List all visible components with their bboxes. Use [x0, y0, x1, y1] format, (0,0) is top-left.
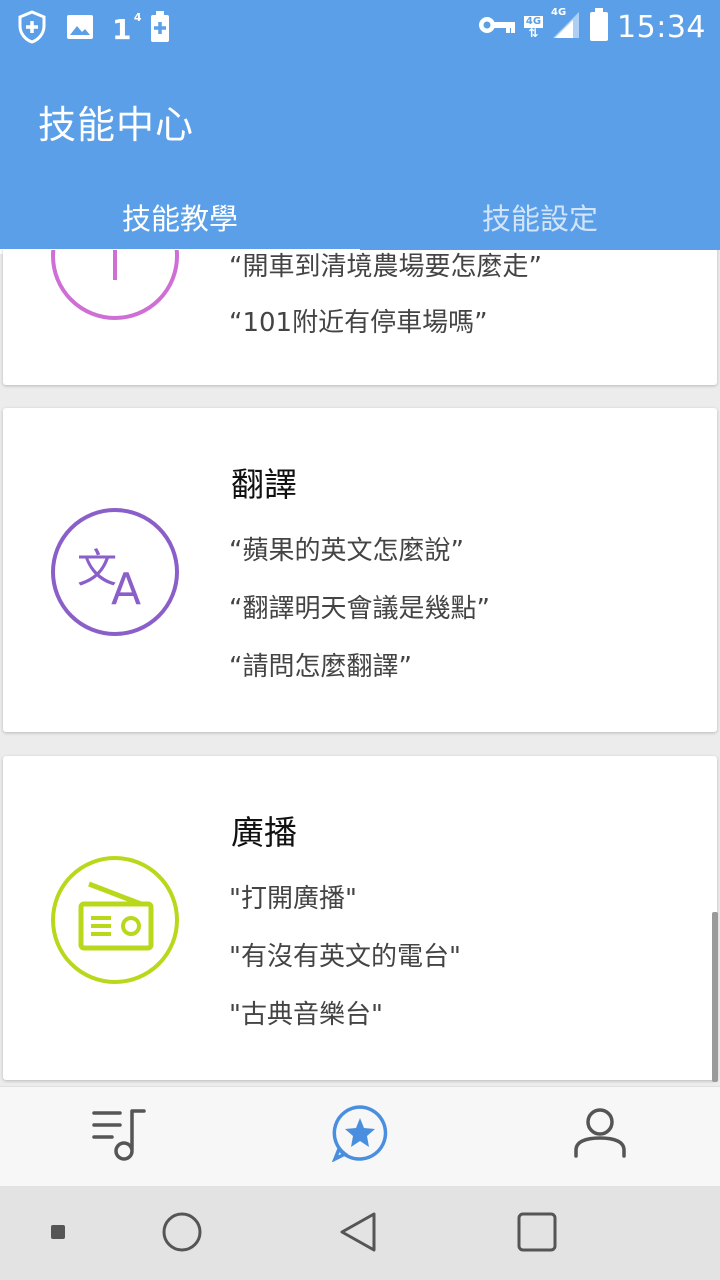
skill-example: “蘋果的英文怎麼說”: [229, 536, 464, 566]
skill-example: “請問怎麼翻譯”: [229, 652, 412, 682]
key-icon: [478, 14, 516, 40]
tab-skill-settings[interactable]: 技能設定: [360, 196, 720, 238]
home-button[interactable]: [160, 1212, 204, 1256]
battery-saver-icon: [149, 11, 171, 47]
navigation-icon: [49, 250, 181, 322]
sim-superscript: 4: [133, 10, 142, 24]
skill-example: "打開廣播": [229, 884, 357, 914]
tab-skill-tutorial[interactable]: 技能教學: [0, 196, 360, 238]
skill-example: “101附近有停車場嗎”: [229, 308, 488, 338]
profile-icon: [571, 1104, 629, 1166]
sim-indicator: 14: [112, 11, 141, 46]
skill-list[interactable]: “開車到清境農場要怎麼走” “101附近有停車場嗎” 翻譯 文 A “蘋果的英文…: [0, 250, 720, 1086]
back-triangle-icon: [336, 1210, 380, 1258]
back-button[interactable]: [336, 1212, 380, 1256]
skill-card-title: 廣播: [231, 813, 297, 852]
skill-example: "古典音樂台": [229, 1000, 383, 1030]
radio-icon: [49, 854, 181, 986]
scrollbar[interactable]: [712, 912, 718, 1082]
bottom-navigation: [0, 1086, 720, 1186]
skill-example: "有沒有英文的電台": [229, 942, 461, 972]
sim-number: 1: [112, 12, 132, 46]
shield-plus-icon: [16, 10, 48, 48]
recent-dot-icon: [50, 1224, 66, 1244]
translate-icon: 文 A: [49, 506, 181, 638]
skill-card-title: 翻譯: [231, 465, 297, 504]
signal-icon: 4G: [551, 7, 581, 44]
svg-text:A: A: [111, 564, 141, 615]
home-circle-icon: [160, 1210, 204, 1258]
overview-button[interactable]: [515, 1212, 559, 1256]
nav-playlist-button[interactable]: [90, 1105, 150, 1165]
app-bar: 技能中心 技能教學 技能設定: [0, 56, 720, 254]
overview-square-icon: [515, 1210, 559, 1258]
page-title: 技能中心: [38, 103, 195, 147]
system-navigation-bar: [0, 1186, 720, 1280]
network-label-bottom: 4G: [551, 7, 567, 18]
status-bar: 14 4G ⇅ 4G 15:34: [0, 0, 720, 56]
nav-profile-button[interactable]: [570, 1105, 630, 1165]
playlist-icon: [90, 1105, 150, 1165]
skill-card-navigation[interactable]: “開車到清境農場要怎麼走” “101附近有停車場嗎”: [3, 250, 717, 385]
skill-card-translation[interactable]: 翻譯 文 A “蘋果的英文怎麼說” “翻譯明天會議是幾點” “請問怎麼翻譯”: [3, 408, 717, 732]
skills-star-icon: [331, 1104, 389, 1166]
image-icon: [66, 14, 94, 44]
skill-example: “開車到清境農場要怎麼走”: [229, 252, 542, 282]
nav-skills-button[interactable]: [330, 1105, 390, 1165]
battery-icon: [589, 8, 609, 46]
network-type-4g: 4G ⇅: [523, 16, 544, 40]
recent-dot-button[interactable]: [36, 1212, 80, 1256]
skill-example: “翻譯明天會議是幾點”: [229, 594, 490, 624]
clock: 15:34: [617, 9, 706, 45]
skill-card-radio[interactable]: 廣播 "打開廣播" "有沒有英文的電台" "古典音樂台": [3, 756, 717, 1080]
